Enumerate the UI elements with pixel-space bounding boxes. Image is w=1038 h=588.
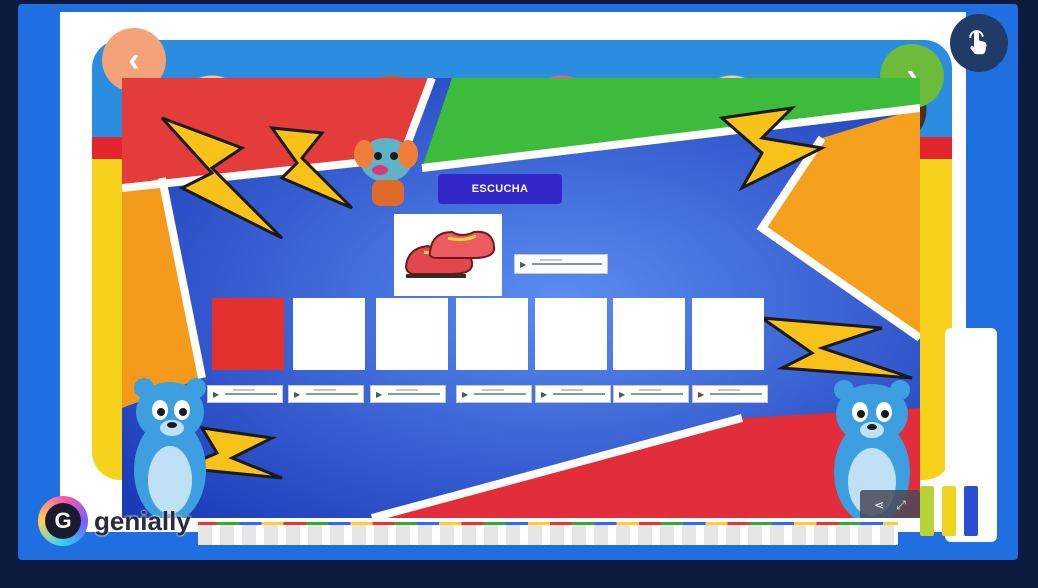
- chevron-left-icon: ‹: [128, 40, 140, 79]
- genially-logo[interactable]: G genially: [38, 496, 191, 546]
- pencil-decoration: [942, 486, 956, 536]
- answer-tile-3[interactable]: [376, 298, 448, 370]
- pencil-decoration: [964, 486, 978, 536]
- play-icon[interactable]: ▶: [376, 390, 382, 399]
- audio-player[interactable]: ▶: [535, 385, 611, 403]
- answer-tile-2[interactable]: [293, 298, 365, 370]
- answer-tile-6[interactable]: [613, 298, 685, 370]
- view-controls: ⋖ ⤢: [860, 490, 920, 518]
- audio-progress[interactable]: [225, 389, 277, 395]
- play-icon[interactable]: ▶: [520, 260, 526, 269]
- genially-logo-icon: G: [38, 496, 88, 546]
- hand-pointer-icon: [969, 30, 987, 55]
- answer-tile-1[interactable]: [212, 298, 284, 370]
- audio-player[interactable]: ▶: [288, 385, 364, 403]
- answer-tile-4[interactable]: [456, 298, 528, 370]
- audio-player[interactable]: ▶: [370, 385, 446, 403]
- activity-title: ESCUCHA: [438, 174, 562, 204]
- activity-modal: ESCUCHA ▶ ▶ ▶ ▶ ▶ ▶ ▶ ▶ ⋖ ⤢: [122, 78, 920, 518]
- audio-progress[interactable]: [710, 389, 762, 395]
- audio-progress[interactable]: [532, 259, 602, 265]
- dog-mascot: [354, 138, 418, 206]
- audio-progress[interactable]: [474, 389, 526, 395]
- play-icon[interactable]: ▶: [294, 390, 300, 399]
- audio-player[interactable]: ▶: [692, 385, 768, 403]
- audio-progress[interactable]: [388, 389, 440, 395]
- audio-progress[interactable]: [553, 389, 605, 395]
- audio-progress[interactable]: [306, 389, 358, 395]
- answer-tile-5[interactable]: [535, 298, 607, 370]
- audio-progress[interactable]: [631, 389, 683, 395]
- crayon-border: [198, 522, 898, 545]
- fullscreen-icon[interactable]: ⤢: [896, 498, 906, 513]
- interactive-elements-button[interactable]: [950, 14, 1008, 72]
- audio-player[interactable]: ▶: [456, 385, 532, 403]
- audio-player[interactable]: ▶: [514, 254, 608, 274]
- play-icon[interactable]: ▶: [619, 390, 625, 399]
- share-icon[interactable]: ⋖: [874, 498, 884, 512]
- play-icon[interactable]: ▶: [698, 390, 704, 399]
- brand-name: genially: [94, 505, 191, 536]
- answer-tile-7[interactable]: [692, 298, 764, 370]
- pencil-decoration: [920, 486, 934, 536]
- play-icon[interactable]: ▶: [462, 390, 468, 399]
- picture-card: [394, 214, 502, 296]
- shoes-picture: [404, 230, 496, 278]
- play-icon[interactable]: ▶: [541, 390, 547, 399]
- audio-player[interactable]: ▶: [613, 385, 689, 403]
